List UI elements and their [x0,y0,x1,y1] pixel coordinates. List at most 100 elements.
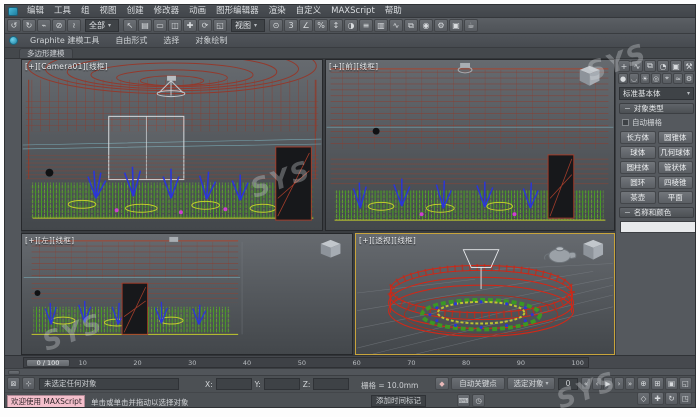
teapot-object[interactable] [545,247,576,263]
zoom-icon[interactable]: ⊕ [637,377,650,390]
menu-item[interactable]: 渲染 [264,5,291,18]
sphere-object[interactable] [373,128,380,135]
rectangular-region-icon[interactable]: ▭ [153,19,167,32]
selected-objects-dropdown[interactable]: 选定对象 ▾ [507,377,555,390]
menu-item[interactable]: 创建 [122,5,149,18]
undo-icon[interactable]: ↺ [7,19,21,32]
render-production-icon[interactable]: ☕ [464,19,478,32]
render-setup-icon[interactable]: ⚙ [434,19,448,32]
viewport-front[interactable]: [+][前][线框] [325,59,615,231]
menu-item[interactable]: 动画 [184,5,211,18]
selection-filter-dropdown[interactable]: 全部 ▾ [85,19,119,32]
space-warps-category-icon[interactable]: ≈ [673,73,683,84]
menu-item[interactable]: 编辑 [22,5,49,18]
menu-item[interactable]: 修改器 [149,5,185,18]
material-editor-icon[interactable]: ◉ [419,19,433,32]
spinner-snap-icon[interactable]: ↕ [329,19,343,32]
sphere-object[interactable] [35,290,41,296]
geometry-category-icon[interactable]: ● [618,73,628,84]
snap-cycle-icon[interactable]: ⊹ [22,377,35,390]
primitive-button[interactable]: 几何球体 [658,146,694,159]
motion-tab-icon[interactable]: ◔ [657,60,669,72]
display-tab-icon[interactable]: ▣ [670,60,682,72]
previous-frame-icon[interactable]: ‹ [592,377,602,390]
curve-editor-icon[interactable]: ∿ [389,19,403,32]
primitive-button[interactable]: 管状体 [658,161,694,174]
viewcube-icon[interactable] [583,240,603,260]
shapes-category-icon[interactable]: ◡ [629,73,639,84]
viewport-label-left[interactable]: [+][左][线框] [25,235,74,246]
snaps-toggle-icon[interactable]: 3 [284,19,298,32]
menu-item[interactable]: 视图 [95,5,122,18]
chandelier-object[interactable] [463,250,498,289]
systems-category-icon[interactable]: ⚙ [684,73,694,84]
unlink-selection-icon[interactable]: ⊘ [52,19,66,32]
redo-icon[interactable]: ↻ [22,19,36,32]
primitive-button[interactable]: 圆柱体 [620,161,656,174]
primitive-button[interactable]: 四棱锥 [658,176,694,189]
layer-manager-icon[interactable]: ▥ [374,19,388,32]
select-and-rotate-icon[interactable]: ⟳ [198,19,212,32]
menu-item[interactable]: MAXScript [326,5,380,18]
coord-y-field[interactable] [264,378,300,390]
viewport-perspective[interactable]: [+][透视][线框] [355,233,615,355]
selection-lock-toggle-icon[interactable]: ⊠ [7,377,20,390]
current-frame-field[interactable]: 0 [558,378,578,390]
create-tab-icon[interactable]: + [618,60,630,72]
geometry-subcategory-dropdown[interactable]: 标准基本体 ▾ [619,87,694,100]
viewcube-icon[interactable] [321,240,341,258]
ribbon-tab[interactable]: 自由形式 [107,34,155,47]
primitive-button[interactable]: 茶壶 [620,191,656,204]
cameras-category-icon[interactable]: ◎ [651,73,661,84]
select-and-link-icon[interactable]: ⌁ [37,19,51,32]
door-object[interactable] [548,155,574,218]
field-of-view-icon[interactable]: ◇ [637,392,650,405]
door-object[interactable] [276,147,312,220]
utilities-tab-icon[interactable]: ⚒ [683,60,695,72]
primitive-button[interactable]: 球体 [620,146,656,159]
bind-to-space-warp-icon[interactable]: ≀ [67,19,81,32]
next-frame-icon[interactable]: › [614,377,624,390]
sphere-object[interactable] [45,169,53,177]
orbit-view-icon[interactable]: ↻ [665,392,678,405]
lights-category-icon[interactable]: ☀ [640,73,650,84]
primitive-button[interactable]: 圆锥体 [658,131,694,144]
menu-item[interactable]: 组 [76,5,95,18]
viewport-label-perspective[interactable]: [+][透视][线框] [359,235,416,246]
mini-curve-editor-button[interactable] [8,370,20,375]
viewport-label-front[interactable]: [+][前][线框] [329,61,378,72]
ribbon-tab[interactable]: 选择 [155,34,187,47]
percent-snap-icon[interactable]: % [314,19,328,32]
window-crossing-icon[interactable]: ◫ [168,19,182,32]
primitive-button[interactable]: 圆环 [620,176,656,189]
ribbon-tab[interactable]: 对象绘制 [187,34,235,47]
tab-polygon-modeling[interactable]: 多边形建模 [19,48,73,58]
ribbon-tab[interactable]: Graphite 建模工具 [22,34,107,47]
hierarchy-tab-icon[interactable]: ⧉ [644,60,656,72]
object-name-input[interactable] [620,221,696,233]
helpers-category-icon[interactable]: ⌖ [662,73,672,84]
primitive-button[interactable]: 长方体 [620,131,656,144]
rollout-name-color[interactable]: − 名称和颜色 [619,207,694,218]
furniture-objects[interactable] [31,183,314,219]
reference-coordinate-dropdown[interactable]: 视图 ▾ [231,19,265,32]
select-by-name-icon[interactable]: ▤ [138,19,152,32]
maxscript-mini-listener[interactable]: 欢迎使用 MAXScript [7,395,85,408]
use-pivot-center-icon[interactable]: ⊙ [269,19,283,32]
keyboard-override-toggle-icon[interactable]: ⌨ [457,394,470,407]
door-object[interactable] [122,283,148,334]
schematic-view-icon[interactable]: ⧉ [404,19,418,32]
autogrid-checkbox[interactable] [622,119,629,126]
zoom-extents-all-icon[interactable]: ◱ [679,377,692,390]
coord-x-field[interactable] [216,378,252,390]
align-icon[interactable]: ≡ [359,19,373,32]
rollout-object-type[interactable]: − 对象类型 [619,103,694,114]
auto-key-button[interactable]: 自动关键点 [451,377,505,390]
modify-tab-icon[interactable]: ∿ [631,60,643,72]
menu-item[interactable]: 图形编辑器 [211,5,264,18]
select-and-move-icon[interactable]: ✚ [183,19,197,32]
menu-item[interactable]: 自定义 [291,5,327,18]
set-keys-button[interactable]: ◆ [435,377,449,390]
viewport-left[interactable]: [+][左][线框] [21,233,353,355]
menu-item[interactable]: 帮助 [380,5,407,18]
